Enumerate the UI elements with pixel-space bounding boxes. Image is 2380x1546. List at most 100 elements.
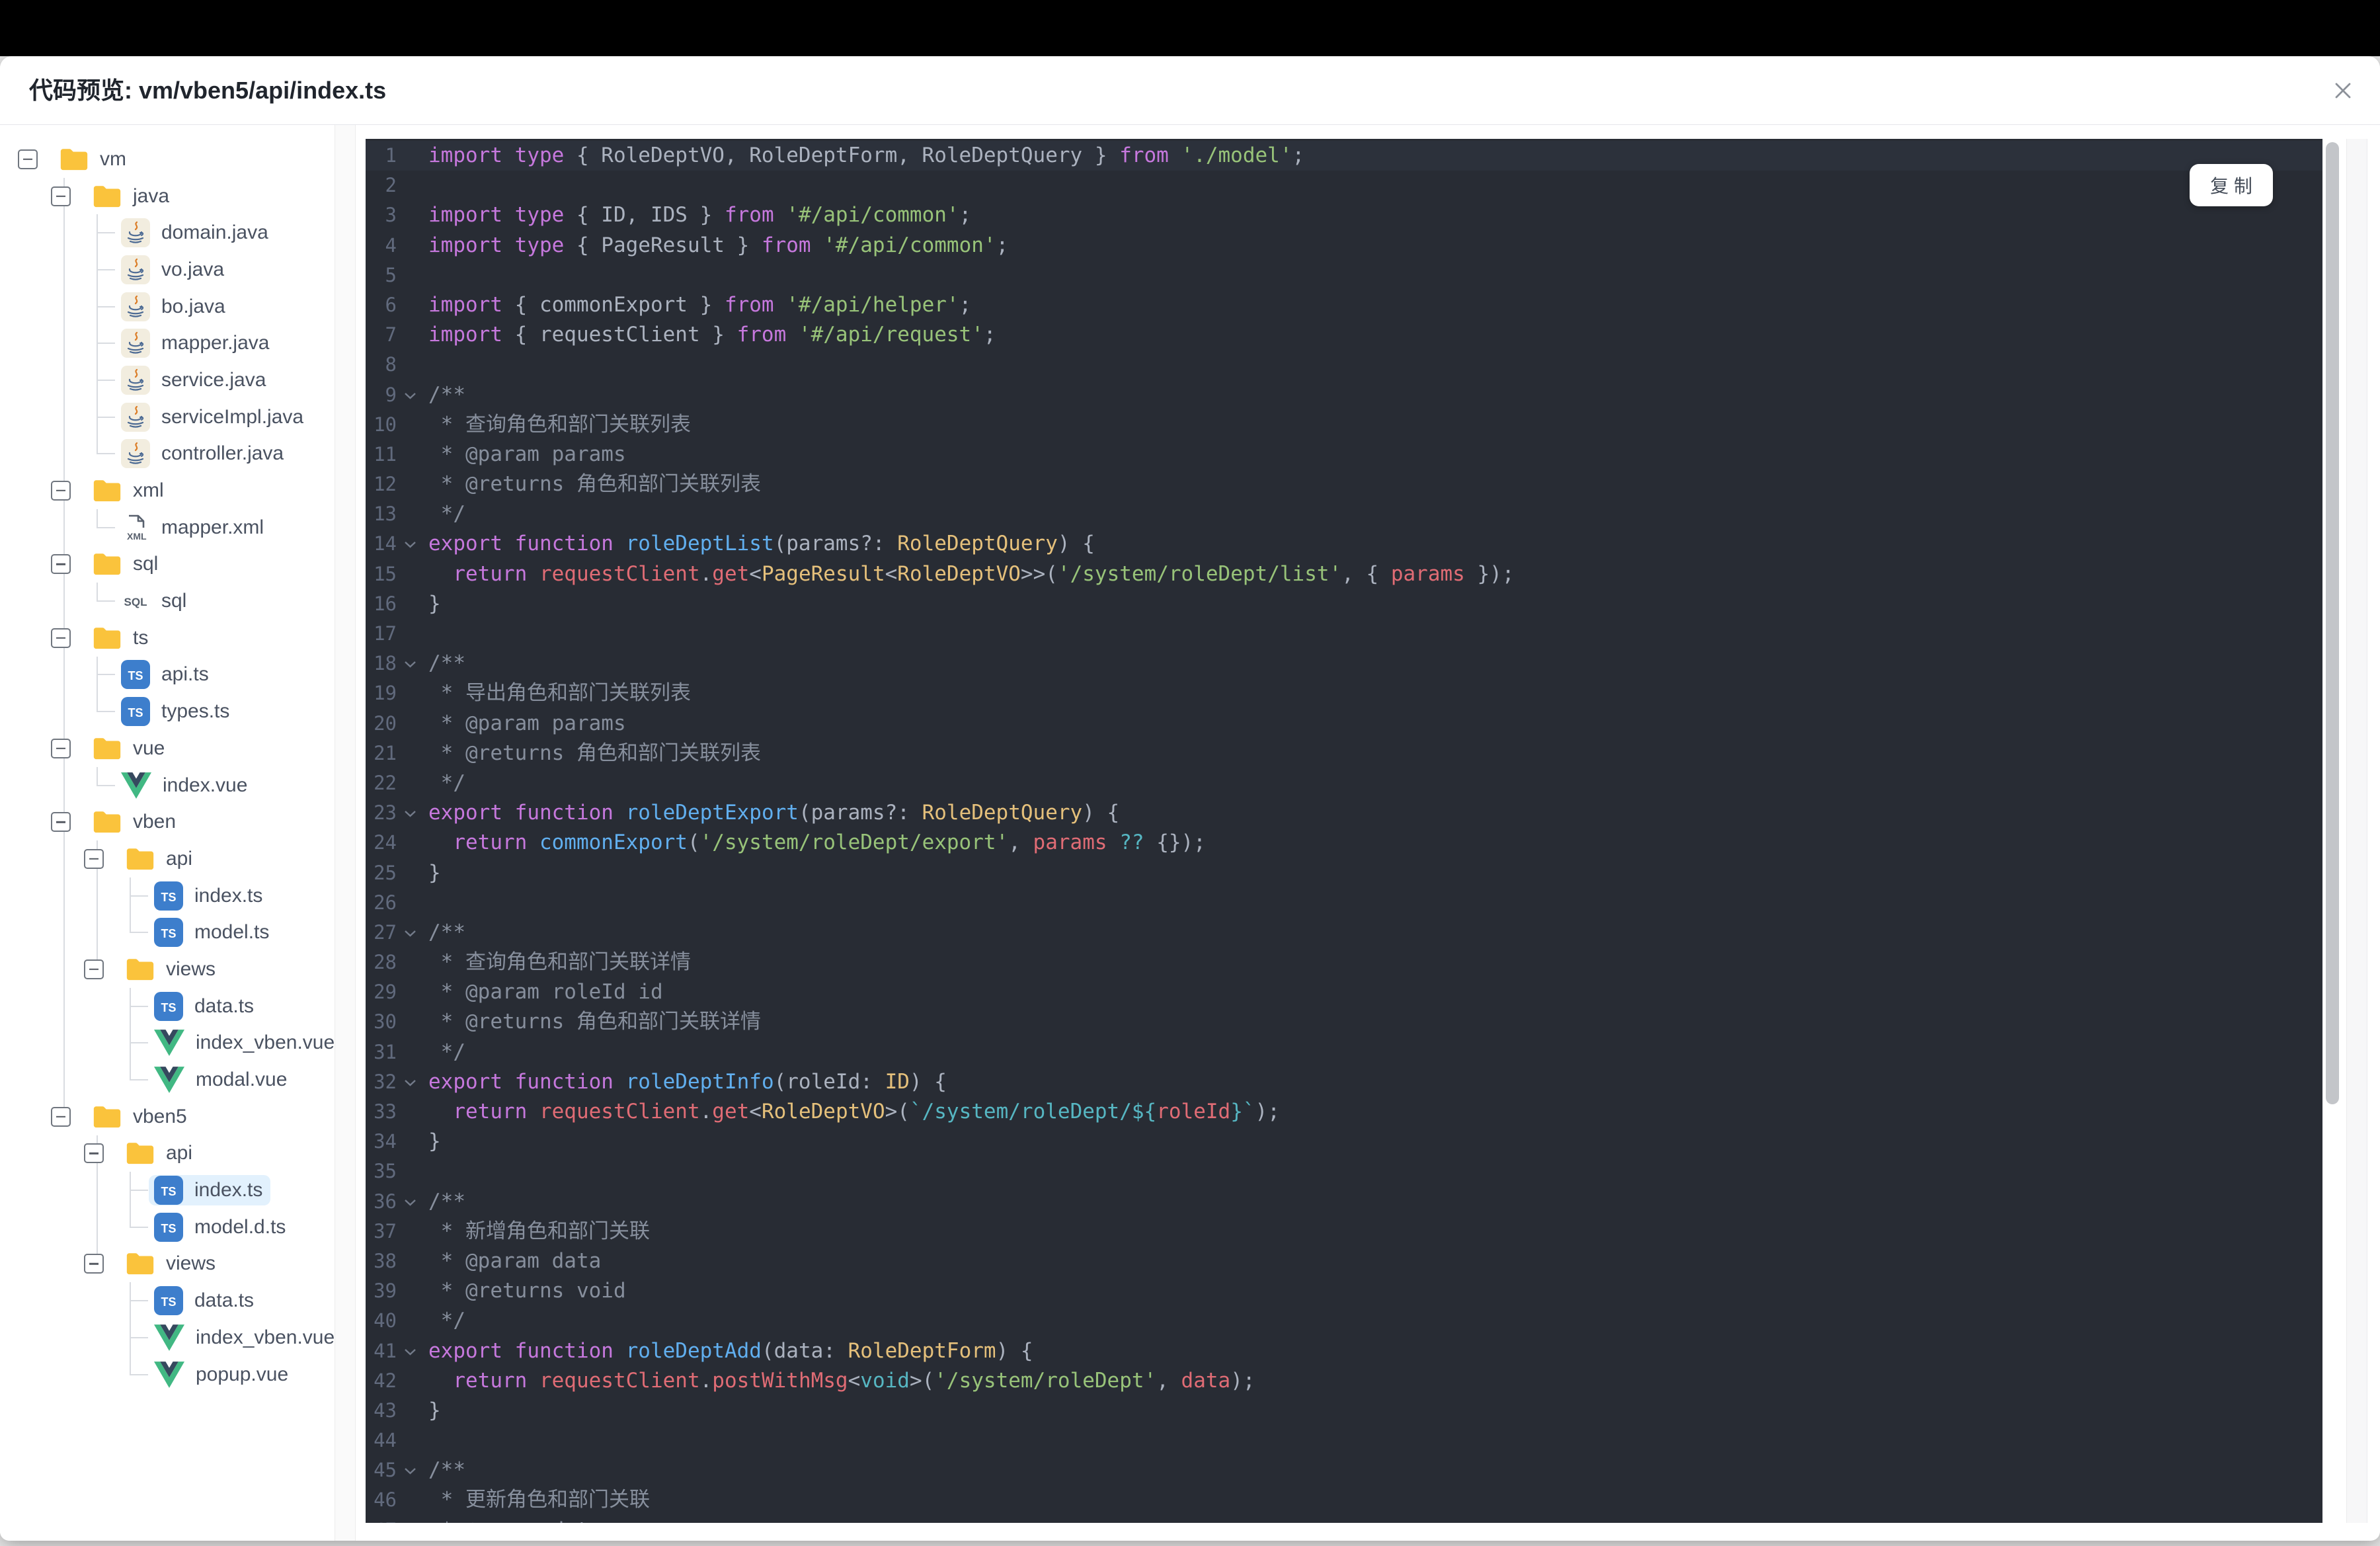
fold-gutter[interactable] <box>397 649 428 678</box>
tree-file-item[interactable]: vo.java <box>116 255 232 285</box>
tree-collapse-toggle[interactable] <box>18 149 38 169</box>
tree-folder-item[interactable]: ts <box>87 623 156 653</box>
tree-file-item[interactable]: controller.java <box>116 438 292 469</box>
tree-row-popup-vue[interactable]: popup.vue <box>0 1356 334 1393</box>
tree-row-vue[interactable]: vue <box>0 730 334 767</box>
tree-row-model-d-ts[interactable]: TS model.d.ts <box>0 1208 334 1246</box>
tree-row-data-ts[interactable]: TS data.ts <box>0 1282 334 1319</box>
fold-gutter[interactable] <box>397 1455 428 1485</box>
tree-scrollbar-track[interactable] <box>335 125 356 1541</box>
close-icon[interactable] <box>2330 77 2356 104</box>
tree-row-index-ts[interactable]: TS index.ts <box>0 1172 334 1209</box>
fold-chevron-icon[interactable] <box>403 1198 417 1207</box>
fold-gutter[interactable] <box>397 1067 428 1097</box>
tree-row-sql[interactable]: sql <box>0 546 334 583</box>
editor-scrollbar-thumb[interactable] <box>2326 142 2339 1104</box>
copy-button[interactable]: 复 制 <box>2190 164 2273 206</box>
tree-row-vo-java[interactable]: vo.java <box>0 251 334 288</box>
tree-file-item[interactable]: SQL sql <box>116 586 194 616</box>
tree-folder-item[interactable]: xml <box>87 475 172 506</box>
tree-collapse-toggle[interactable] <box>84 1254 104 1274</box>
tree-row-index-vue[interactable]: index.vue <box>0 766 334 804</box>
tree-folder-item[interactable]: views <box>120 954 223 985</box>
tree-folder-item[interactable]: views <box>120 1248 223 1279</box>
code-editor[interactable]: 1 import type { RoleDeptVO, RoleDeptForm,… <box>366 139 2322 1523</box>
tree-collapse-toggle[interactable] <box>84 1143 104 1164</box>
tree-row-index-vben-vue[interactable]: index_vben.vue <box>0 1024 334 1062</box>
fold-chevron-icon[interactable] <box>403 660 417 669</box>
fold-chevron-icon[interactable] <box>403 929 417 938</box>
fold-chevron-icon[interactable] <box>403 1467 417 1475</box>
tree-file-item[interactable]: TS model.ts <box>149 917 277 948</box>
tree-file-item[interactable]: XML mapper.xml <box>116 512 272 543</box>
tree-file-item[interactable]: TS model.d.ts <box>149 1212 294 1242</box>
tree-collapse-toggle[interactable] <box>51 738 71 758</box>
fold-chevron-icon[interactable] <box>403 1078 417 1087</box>
tree-file-item[interactable]: domain.java <box>116 218 276 248</box>
tree-row-index-ts[interactable]: TS index.ts <box>0 877 334 915</box>
tree-file-item[interactable]: modal.vue <box>149 1065 295 1095</box>
file-tree[interactable]: vm java domain.java vo.java bo.java mapper.ja… <box>0 125 334 1541</box>
tree-folder-item[interactable]: vben5 <box>87 1102 195 1132</box>
tree-row-views[interactable]: views <box>0 1245 334 1283</box>
tree-row-vben5[interactable]: vben5 <box>0 1098 334 1135</box>
tree-file-item[interactable]: TS api.ts <box>116 659 217 690</box>
tree-folder-item[interactable]: vue <box>87 733 173 764</box>
tree-collapse-toggle[interactable] <box>51 186 71 206</box>
fold-gutter[interactable] <box>397 798 428 828</box>
tree-file-item[interactable]: TS index.ts <box>149 1175 271 1206</box>
tree-row-types-ts[interactable]: TS types.ts <box>0 693 334 730</box>
tree-row-xml[interactable]: xml <box>0 472 334 509</box>
tree-file-item[interactable]: index.vue <box>116 770 255 801</box>
tree-row-domain-java[interactable]: domain.java <box>0 214 334 252</box>
tree-row-controller-java[interactable]: controller.java <box>0 435 334 473</box>
tree-row-bo-java[interactable]: bo.java <box>0 288 334 325</box>
tree-collapse-toggle[interactable] <box>51 812 71 833</box>
tree-row-mapper-xml[interactable]: XML mapper.xml <box>0 509 334 546</box>
tree-file-item[interactable]: index_vben.vue <box>149 1322 334 1353</box>
tree-row-modal-vue[interactable]: modal.vue <box>0 1061 334 1098</box>
fold-chevron-icon[interactable] <box>403 391 417 400</box>
tree-file-item[interactable]: service.java <box>116 365 274 395</box>
tree-file-item[interactable]: TS data.ts <box>149 1285 262 1316</box>
tree-folder-item[interactable]: sql <box>87 549 166 579</box>
tree-collapse-toggle[interactable] <box>84 848 104 869</box>
tree-file-item[interactable]: TS data.ts <box>149 991 262 1022</box>
fold-gutter[interactable] <box>397 1336 428 1366</box>
tree-row-api-ts[interactable]: TS api.ts <box>0 656 334 694</box>
fold-gutter[interactable] <box>397 380 428 410</box>
fold-gutter[interactable] <box>397 1187 428 1217</box>
tree-row-sql[interactable]: SQL sql <box>0 583 334 620</box>
dialog-scrollbar-track[interactable] <box>2346 139 2367 1523</box>
tree-row-ts[interactable]: ts <box>0 619 334 657</box>
tree-file-item[interactable]: serviceImpl.java <box>116 402 311 432</box>
tree-row-views[interactable]: views <box>0 951 334 988</box>
tree-folder-item[interactable]: api <box>120 1138 200 1168</box>
tree-folder-item[interactable]: vm <box>54 144 134 175</box>
tree-row-model-ts[interactable]: TS model.ts <box>0 914 334 952</box>
tree-row-java[interactable]: java <box>0 177 334 215</box>
tree-collapse-toggle[interactable] <box>51 554 71 575</box>
fold-chevron-icon[interactable] <box>403 540 417 549</box>
tree-file-item[interactable]: TS types.ts <box>116 696 237 727</box>
tree-collapse-toggle[interactable] <box>51 481 71 501</box>
tree-row-api[interactable]: api <box>0 840 334 877</box>
fold-gutter[interactable] <box>397 529 428 559</box>
tree-file-item[interactable]: bo.java <box>116 292 233 322</box>
tree-row-data-ts[interactable]: TS data.ts <box>0 987 334 1025</box>
tree-file-item[interactable]: index_vben.vue <box>149 1028 334 1058</box>
fold-chevron-icon[interactable] <box>403 1348 417 1356</box>
tree-row-mapper-java[interactable]: mapper.java <box>0 325 334 362</box>
tree-row-api[interactable]: api <box>0 1135 334 1172</box>
tree-row-index-vben-vue[interactable]: index_vben.vue <box>0 1319 334 1356</box>
tree-folder-item[interactable]: java <box>87 181 177 212</box>
fold-gutter[interactable] <box>397 918 428 948</box>
tree-file-item[interactable]: TS index.ts <box>149 881 270 911</box>
tree-folder-item[interactable]: vben <box>87 807 184 837</box>
tree-row-vm[interactable]: vm <box>0 141 334 178</box>
tree-collapse-toggle[interactable] <box>84 959 104 979</box>
tree-row-service-java[interactable]: service.java <box>0 362 334 399</box>
fold-chevron-icon[interactable] <box>403 809 417 818</box>
tree-file-item[interactable]: mapper.java <box>116 328 277 358</box>
tree-collapse-toggle[interactable] <box>51 628 71 648</box>
